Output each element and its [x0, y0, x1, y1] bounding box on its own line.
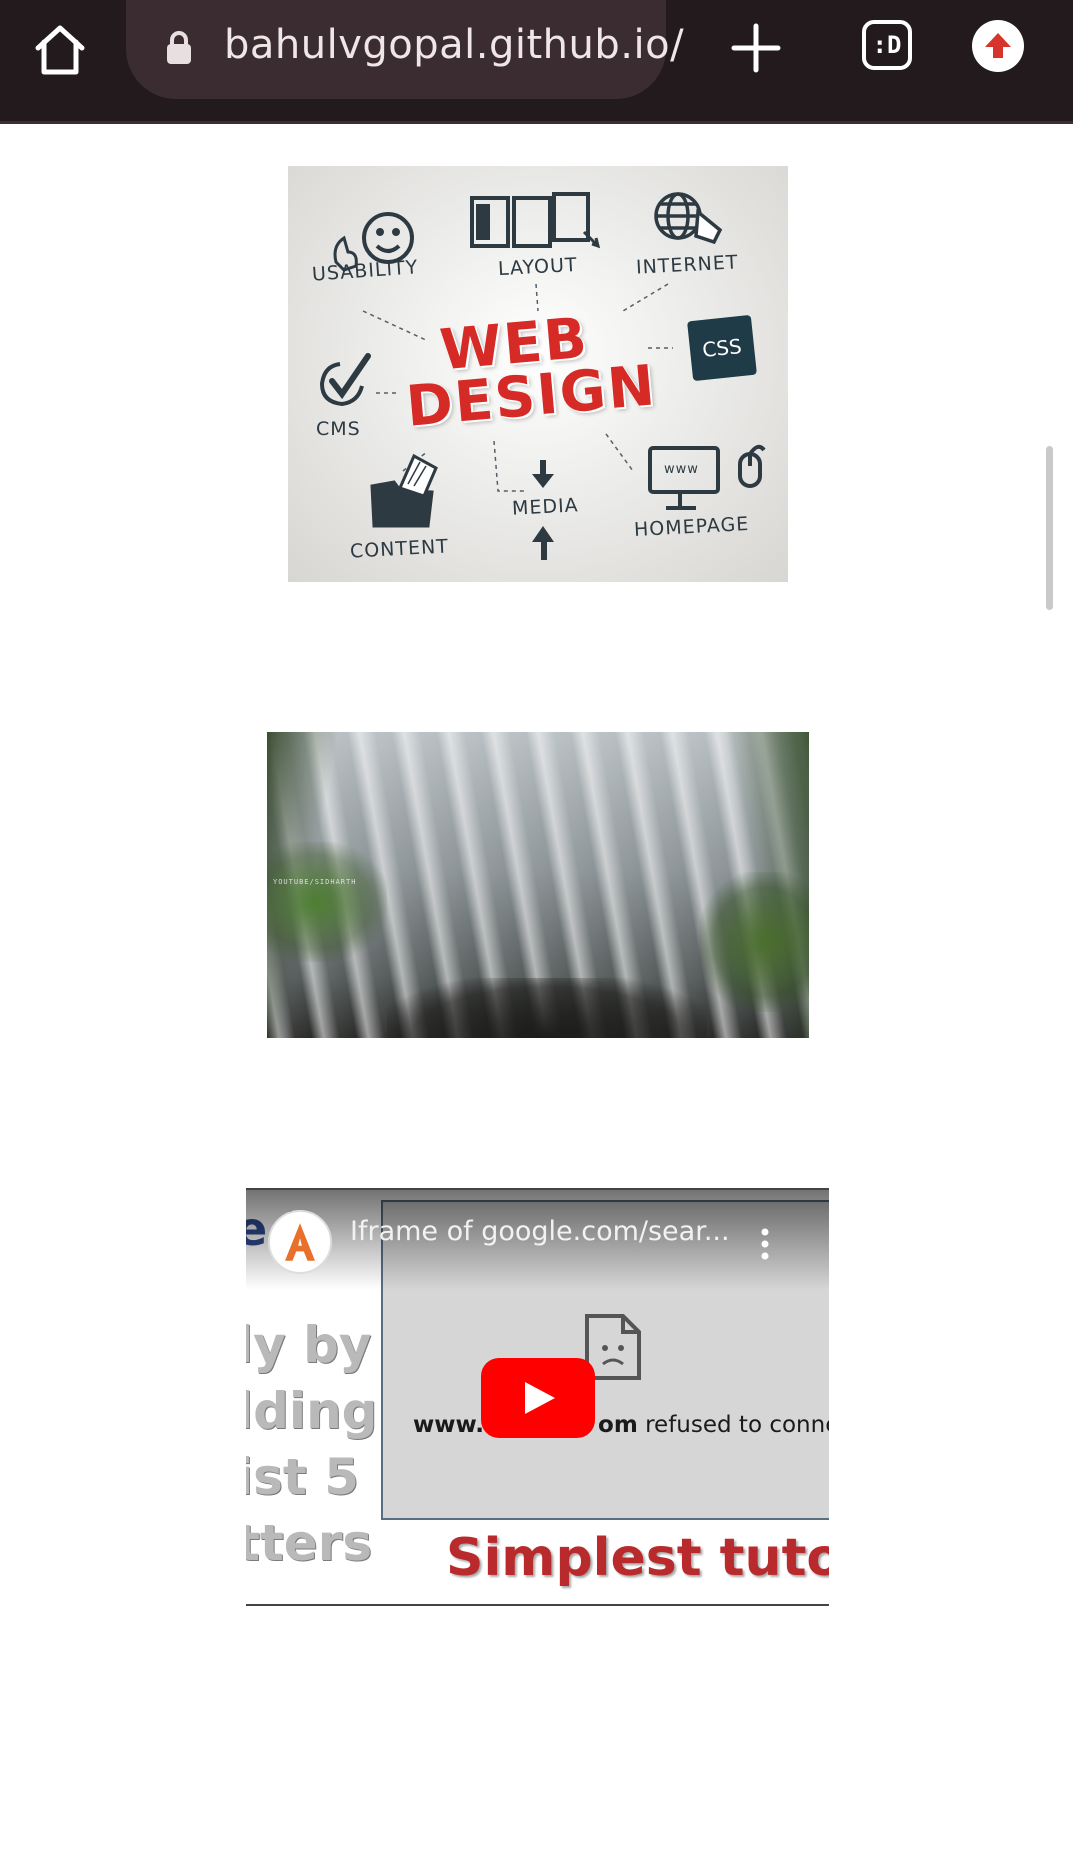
video-watermark: YOUTUBE/SIDHARTH — [273, 878, 357, 886]
channel-logo-icon — [285, 1223, 315, 1261]
monitor-icon — [648, 444, 766, 510]
youtube-embed[interactable]: ly by lding ist 5 tters e ! www.om refus… — [246, 1188, 829, 1606]
label-www: www — [664, 462, 699, 477]
globe-icon — [654, 192, 723, 245]
browser-toolbar: bahulvgopal.github.io/ :D — [0, 0, 1073, 124]
waterfall-video[interactable]: YOUTUBE/SIDHARTH — [267, 732, 809, 1038]
arrow-up-icon — [985, 33, 1011, 58]
video-title[interactable]: Iframe of google.com/sear... — [350, 1216, 730, 1247]
thumb-bottom-text: Simplest tutori — [446, 1528, 829, 1588]
thumb-text-line-3: ist 5 — [246, 1448, 359, 1506]
label-layout: LAYOUT — [497, 253, 579, 281]
refused-message: www.om refused to connect — [413, 1412, 829, 1438]
play-button[interactable] — [481, 1358, 595, 1438]
label-cms: CMS — [316, 418, 361, 440]
rocks — [387, 978, 707, 1038]
label-media: MEDIA — [511, 494, 580, 520]
folder-icon — [370, 453, 438, 528]
url-text[interactable]: bahulvgopal.github.io/ — [224, 22, 684, 68]
thumb-text-line-4: tters — [246, 1514, 373, 1572]
moss-left — [267, 842, 387, 962]
css-badge: CSS — [687, 314, 757, 382]
home-icon[interactable] — [30, 20, 90, 80]
moss-right — [699, 872, 809, 1012]
address-bar[interactable]: bahulvgopal.github.io/ — [126, 0, 684, 99]
thumb-text-line-1: ly by — [246, 1316, 372, 1374]
checkmark-icon — [319, 353, 371, 407]
new-tab-icon[interactable] — [728, 20, 784, 76]
more-options-icon[interactable] — [760, 1228, 770, 1260]
page-scrollbar[interactable] — [1046, 446, 1053, 610]
tab-switcher-button[interactable]: :D — [862, 20, 912, 70]
web-design-image: USABILITY LAYOUT INTERNET CSS CMS CONTEN… — [288, 166, 788, 582]
layout-icon — [470, 192, 601, 249]
channel-avatar[interactable] — [268, 1210, 332, 1274]
lock-icon — [167, 31, 191, 64]
update-button[interactable] — [972, 20, 1024, 72]
thumb-text-line-2: lding — [246, 1382, 378, 1440]
